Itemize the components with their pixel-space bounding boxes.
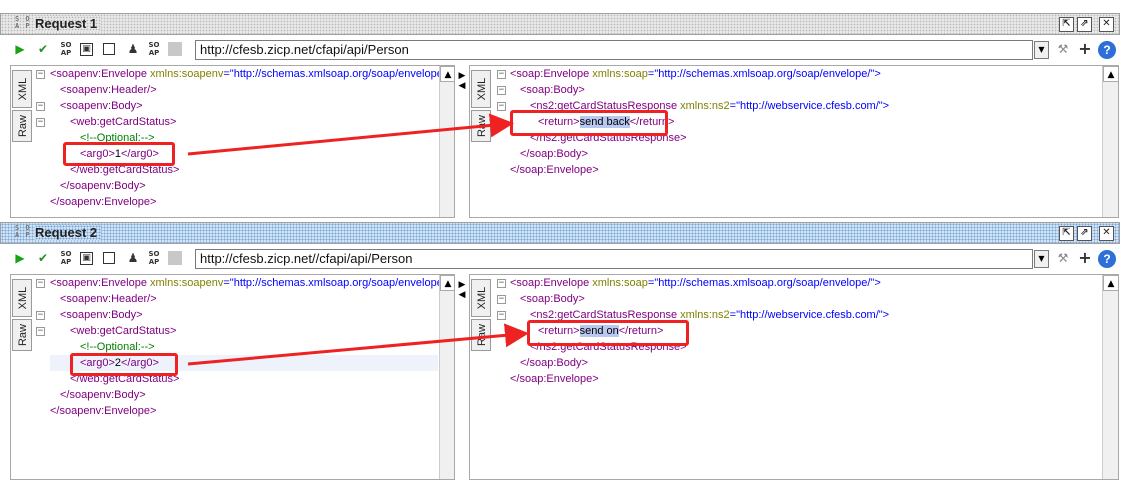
tab-xml[interactable]: XML <box>12 70 32 108</box>
tab-raw[interactable]: Raw <box>12 110 32 142</box>
person-icon[interactable]: ♟ <box>125 250 141 266</box>
fold-toggle-icon[interactable]: − <box>36 327 45 336</box>
frame-icon[interactable]: ▣ <box>80 43 93 56</box>
fold-gutter: − − − <box>495 66 509 217</box>
fold-toggle-icon[interactable]: − <box>497 70 506 79</box>
wrench-icon[interactable]: ⚒ <box>1055 250 1071 266</box>
frame-icon[interactable]: ▣ <box>80 252 93 265</box>
fold-toggle-icon[interactable]: − <box>36 70 45 79</box>
response-viewer[interactable]: XML Raw − − − <soap:Envelope xmlns:soap=… <box>469 65 1119 218</box>
scroll-up-icon[interactable]: ▲ <box>440 66 454 82</box>
tab-raw[interactable]: Raw <box>471 110 491 142</box>
endpoint-url-input[interactable]: http://cfesb.zicp.net//cfapi/api/Person <box>195 249 1033 269</box>
maximize-icon[interactable]: ⇗ <box>1077 17 1092 32</box>
request-toolbar: ▶ ✔ SO AP ▣ ♟ SO AP http://cfesb.zicp.net/… <box>0 37 1139 63</box>
fold-toggle-icon[interactable]: − <box>36 311 45 320</box>
fold-toggle-icon[interactable]: − <box>497 311 506 320</box>
stop-icon[interactable] <box>103 43 115 55</box>
request-scrollbar[interactable]: ▲ <box>439 275 454 479</box>
restore-icon[interactable]: ⇱ <box>1059 226 1074 241</box>
plus-icon[interactable]: + <box>1077 41 1093 57</box>
annotation-box-return-2 <box>527 320 689 346</box>
request-scrollbar[interactable]: ▲ <box>439 66 454 217</box>
chevron-down-icon[interactable]: ▼ <box>1034 250 1049 268</box>
help-icon[interactable]: ? <box>1098 41 1116 59</box>
response-scrollbar[interactable]: ▲ <box>1102 275 1118 479</box>
panel-title: Request 1 <box>35 16 102 31</box>
panel-titlebar: S OA P Request 1 ⇱ ⇗ ✕ <box>0 13 1120 35</box>
soap-logo-icon: S OA P <box>15 224 31 239</box>
fold-toggle-icon[interactable]: − <box>36 279 45 288</box>
soap-icon[interactable]: SO AP <box>58 41 74 57</box>
fold-toggle-icon[interactable]: − <box>497 279 506 288</box>
wrench-icon[interactable]: ⚒ <box>1055 41 1071 57</box>
checkmark-icon[interactable]: ✔ <box>35 250 51 266</box>
tab-raw[interactable]: Raw <box>12 319 32 351</box>
tab-xml[interactable]: XML <box>471 279 491 317</box>
fold-toggle-icon[interactable]: − <box>36 118 45 127</box>
run-icon[interactable]: ▶ <box>12 41 28 57</box>
request-editor[interactable]: XML Raw − − − <soapenv:Envelope xmlns:so… <box>10 274 455 480</box>
endpoint-url-input[interactable]: http://cfesb.zicp.net/cfapi/api/Person <box>195 40 1033 60</box>
tab-raw[interactable]: Raw <box>471 319 491 351</box>
fold-toggle-icon[interactable]: − <box>497 102 506 111</box>
request-panel-2: S OA P Request 2 ⇱ ⇗ ✕ ▶ ✔ SO AP ▣ ♟ SO AP… <box>0 222 1139 482</box>
fold-gutter: − − − <box>34 275 48 479</box>
splitter-arrows-icon[interactable]: ▶ ◀ <box>456 280 468 300</box>
tab-xml[interactable]: XML <box>471 70 491 108</box>
maximize-icon[interactable]: ⇗ <box>1077 226 1092 241</box>
annotation-box-return-1 <box>510 110 668 136</box>
tab-xml[interactable]: XML <box>12 279 32 317</box>
gray-box-icon[interactable] <box>168 251 182 265</box>
scroll-up-icon[interactable]: ▲ <box>440 275 454 291</box>
fold-toggle-icon[interactable]: − <box>497 86 506 95</box>
soap-logo-icon: S OA P <box>15 15 31 30</box>
chevron-down-icon[interactable]: ▼ <box>1034 41 1049 59</box>
help-icon[interactable]: ? <box>1098 250 1116 268</box>
scroll-up-icon[interactable]: ▲ <box>1103 66 1118 82</box>
fold-gutter: − − − <box>34 66 48 217</box>
close-icon[interactable]: ✕ <box>1099 17 1114 32</box>
scroll-up-icon[interactable]: ▲ <box>1103 275 1118 291</box>
annotation-box-arg0-1 <box>63 142 175 166</box>
panel-title: Request 2 <box>35 225 102 240</box>
soap-icon[interactable]: SO AP <box>58 250 74 266</box>
soap-config-icon[interactable]: SO AP <box>146 250 162 266</box>
run-icon[interactable]: ▶ <box>12 250 28 266</box>
splitter-arrows-icon[interactable]: ▶ ◀ <box>456 71 468 91</box>
stop-icon[interactable] <box>103 252 115 264</box>
response-scrollbar[interactable]: ▲ <box>1102 66 1118 217</box>
fold-toggle-icon[interactable]: − <box>497 295 506 304</box>
panel-titlebar: S OA P Request 2 ⇱ ⇗ ✕ <box>0 222 1120 244</box>
fold-gutter: − − − <box>495 275 509 479</box>
plus-icon[interactable]: + <box>1077 250 1093 266</box>
restore-icon[interactable]: ⇱ <box>1059 17 1074 32</box>
checkmark-icon[interactable]: ✔ <box>35 41 51 57</box>
gray-box-icon[interactable] <box>168 42 182 56</box>
fold-toggle-icon[interactable]: − <box>36 102 45 111</box>
close-icon[interactable]: ✕ <box>1099 226 1114 241</box>
annotation-box-arg0-2 <box>70 353 178 376</box>
soap-config-icon[interactable]: SO AP <box>146 41 162 57</box>
response-viewer[interactable]: XML Raw − − − <soap:Envelope xmlns:soap=… <box>469 274 1119 480</box>
person-icon[interactable]: ♟ <box>125 41 141 57</box>
request-toolbar: ▶ ✔ SO AP ▣ ♟ SO AP http://cfesb.zicp.net/… <box>0 246 1139 272</box>
